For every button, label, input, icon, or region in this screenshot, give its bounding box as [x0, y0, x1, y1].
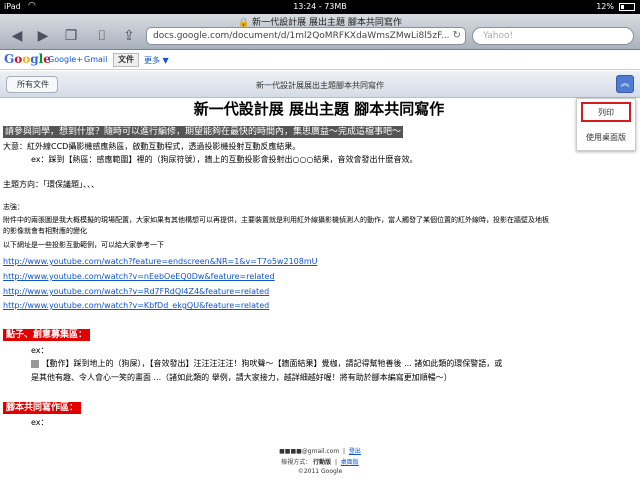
ex-label: ex： — [31, 418, 49, 427]
gmail-link[interactable]: Gmail — [84, 55, 107, 64]
ios-status-bar: iPad ◠ 13:24 - 73MB 12% — [0, 0, 640, 14]
back-icon[interactable]: ◀ — [8, 27, 26, 45]
author-marker — [31, 359, 39, 368]
logout-link[interactable]: 登出 — [349, 448, 361, 455]
search-input[interactable]: Yahoo! — [472, 27, 634, 45]
example-text: ex：踩到【熱區：感應範圍】裡的（狗尿符號），牆上的互動投影會投射出○○○結果，… — [31, 155, 418, 164]
youtube-link[interactable]: http://www.youtube.com/watch?v=KbfDd_ekg… — [3, 301, 269, 310]
document-body: 新一代設計展 展出主題 腳本共同寫作 請參與同學，想到什麼？隨時可以進行編修，期… — [3, 100, 635, 472]
desktop-version-menu-item[interactable]: 使用桌面版 — [577, 125, 635, 150]
note-body-cont: 的影像就會有相對應的變化 — [3, 227, 87, 235]
reload-icon[interactable]: ↻ — [453, 28, 461, 44]
idea-text-cont: 是其他有趣、令人會心一笑的畫面 ...（諸如此類的 舉例，請大家接力，越詳細越好… — [31, 373, 452, 382]
status-time: 13:24 - 73MB — [293, 2, 347, 11]
theme-text: 主題方向：「環保議題」、、、 — [3, 180, 99, 189]
share-icon[interactable]: ⇪ — [120, 27, 138, 45]
intro-highlight: 請參與同學，想到什麼？隨時可以進行編修，期望能夠在最快的時間內，集思廣益～完成這… — [3, 126, 404, 138]
purpose-text: 大意：紅外線CCD攝影機感應熱區，啟動互動程式，透過投影機投射互動反應結果。 — [3, 142, 301, 151]
forward-icon[interactable]: ▶ — [34, 27, 52, 45]
document-title: 新一代設計展展出主題腳本共同寫作 — [256, 81, 384, 90]
more-menu[interactable]: 更多 ▼ — [144, 55, 169, 66]
battery-icon — [619, 3, 635, 11]
mobile-view-option: 行動版 — [313, 459, 332, 466]
bookmarks-icon[interactable]: ⌷ — [92, 27, 112, 45]
document-menu-popup: 列印 使用桌面版 — [576, 98, 636, 151]
ideas-section-title: 點子、創意募集區： — [3, 329, 91, 341]
youtube-link[interactable]: http://www.youtube.com/watch?feature=end… — [3, 257, 317, 266]
google-logo[interactable]: Google — [4, 52, 51, 66]
account-email: ■■■■@gmail.com — [279, 448, 340, 455]
double-chevron-up-icon: ︽ — [620, 79, 630, 89]
script-section-title: 腳本共同寫作區： — [3, 402, 82, 414]
address-bar[interactable]: docs.google.com/document/d/1ml2QoMRFKXda… — [146, 27, 466, 45]
idea-text: 【動作】踩到地上的（狗屎），【音效發出】汪汪汪汪汪！狗吠聲～【牆面結果】覺枷，請… — [41, 359, 503, 368]
google-plus-link[interactable]: Google+ — [48, 55, 83, 64]
page-footer: ■■■■@gmail.com | 登出 檢視方式： 行動版 | 桌面版 ©201… — [0, 446, 640, 479]
reference-label: 以下網址是一些投影互動範例，可以給大家參考一下 — [3, 241, 164, 249]
youtube-link[interactable]: http://www.youtube.com/watch?v=nEebOeEQ0… — [3, 272, 275, 281]
document-heading: 新一代設計展 展出主題 腳本共同寫作 — [193, 100, 445, 118]
view-label: 檢視方式： — [281, 459, 312, 466]
document-header: 所有文件 新一代設計展展出主題腳本共同寫作 ︽ — [0, 71, 640, 98]
pages-icon[interactable]: ❐ — [62, 27, 80, 45]
print-menu-item[interactable]: 列印 — [581, 102, 631, 122]
copyright: ©2011 Google — [297, 468, 343, 475]
youtube-link[interactable]: http://www.youtube.com/watch?v=Rd7FRdQl4… — [3, 287, 269, 296]
safari-toolbar: 🔒 新一代設計展 展出主題 腳本共同寫作 ◀ ▶ ❐ ⌷ ⇪ docs.goog… — [0, 14, 640, 50]
note-body: 附件中的兩張圖是我大概模擬的現場配置，大家如果有其他構想可以再提供，主要裝置就是… — [3, 216, 549, 224]
menu-button[interactable]: ︽ — [616, 75, 634, 93]
google-bar: Google Google+ Gmail 文件 更多 ▼ — [0, 50, 640, 70]
note-label: 志強： — [3, 203, 24, 211]
desktop-view-link[interactable]: 桌面版 — [341, 459, 359, 466]
battery-percent: 12% — [596, 2, 614, 11]
ex-label: ex： — [31, 346, 49, 355]
docs-tab[interactable]: 文件 — [113, 53, 139, 67]
